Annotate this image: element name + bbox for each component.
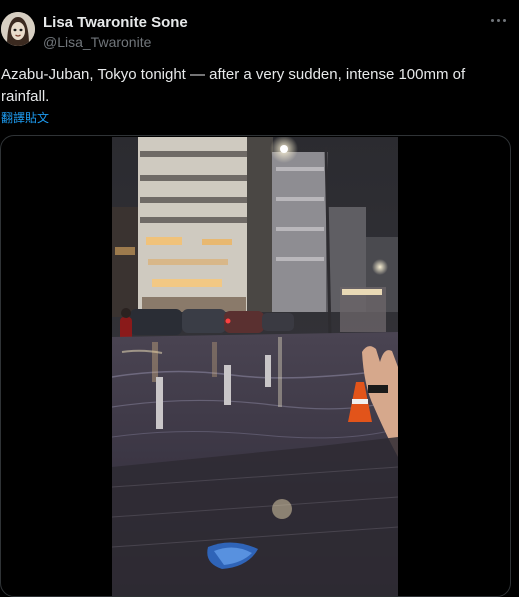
- author-handle[interactable]: @Lisa_Twaronite: [43, 34, 151, 50]
- flooded-street-video-thumbnail: [112, 137, 398, 596]
- post-header: Lisa Twaronite Sone @Lisa_Twaronite: [0, 0, 519, 60]
- post-text: Azabu-Juban, Tokyo tonight — after a ver…: [1, 66, 466, 105]
- translate-link[interactable]: 翻譯貼文: [1, 109, 49, 126]
- author-name[interactable]: Lisa Twaronite Sone: [43, 14, 188, 31]
- avatar-illustration: [1, 12, 35, 46]
- avatar[interactable]: [1, 12, 35, 46]
- more-dots-icon[interactable]: [491, 12, 507, 28]
- video-frame[interactable]: [112, 137, 398, 596]
- video-container[interactable]: [0, 135, 511, 597]
